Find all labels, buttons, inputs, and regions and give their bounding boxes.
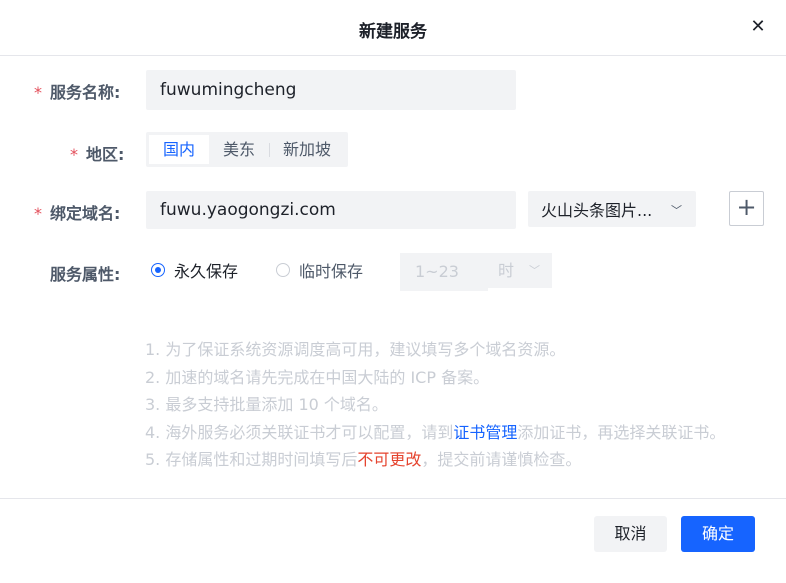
dialog-header: 新建服务 ✕ — [0, 0, 786, 56]
required-mark: * — [34, 204, 42, 223]
required-mark: * — [70, 145, 78, 164]
close-icon[interactable]: ✕ — [748, 17, 768, 37]
tip-line-1: 1. 为了保证系统资源调度高可用，建议填写多个域名资源。 — [145, 340, 566, 359]
chevron-down-icon: ﹀ — [671, 204, 682, 217]
radio-checked-icon[interactable] — [151, 263, 165, 277]
region-option-us-east[interactable]: 美东 — [209, 135, 269, 164]
tip-line-4: 4. 海外服务必须关联证书才可以配置，请到证书管理添加证书，再选择关联证书。 — [145, 419, 725, 447]
time-unit-value: 时 — [498, 261, 515, 280]
region-option-singapore[interactable]: 新加坡 — [269, 135, 345, 164]
cancel-button[interactable]: 取消 — [594, 516, 667, 552]
radio-temporary[interactable]: 临时保存 — [276, 258, 363, 282]
service-name-value: fuwumingcheng — [160, 80, 297, 100]
tip-line-5: 5. 存储属性和过期时间填写后不可更改，提交前请谨慎检查。 — [145, 446, 725, 474]
confirm-button[interactable]: 确定 — [681, 516, 755, 552]
tip-line-3: 3. 最多支持批量添加 10 个域名。 — [145, 395, 388, 414]
domain-label-text: 绑定域名: — [50, 204, 121, 223]
radio-temporary-label: 临时保存 — [299, 262, 364, 281]
radio-permanent-label: 永久保存 — [174, 262, 239, 281]
domain-value: fuwu.yaogongzi.com — [160, 200, 336, 220]
time-unit-select[interactable]: 时 ﹀ — [486, 253, 552, 288]
tip-line-2: 2. 加速的域名请先完成在中国大陆的 ICP 备案。 — [145, 367, 490, 387]
domain-input[interactable]: fuwu.yaogongzi.com — [146, 191, 516, 229]
region-segmented-control: 国内 美东 新加坡 — [146, 132, 349, 167]
tip-line-4-prefix: 4. 海外服务必须关联证书才可以配置，请到 — [145, 422, 454, 442]
chevron-down-icon: ﹀ — [529, 264, 540, 277]
dialog-footer — [0, 498, 786, 583]
region-label: * 地区: — [70, 141, 124, 165]
region-label-text: 地区: — [86, 145, 125, 164]
required-mark: * — [34, 83, 42, 102]
radio-unchecked-icon[interactable] — [276, 263, 290, 277]
radio-permanent[interactable]: 永久保存 — [151, 258, 238, 282]
dialog-title: 新建服务 — [359, 22, 427, 42]
tip-warning-text: 不可更改 — [357, 450, 422, 469]
domain-resource-select[interactable]: 火山头条图片... ﹀ — [528, 191, 696, 227]
new-service-dialog: 新建服务 ✕ * 服务名称: fuwumingcheng * 地区: 国内 美东 新… — [0, 0, 786, 583]
region-option-domestic[interactable]: 国内 — [149, 135, 210, 164]
tip-line-5-prefix: 5. 存储属性和过期时间填写后 — [145, 450, 358, 469]
service-name-input[interactable]: fuwumingcheng — [146, 70, 516, 110]
tips-list: 1. 为了保证系统资源调度高可用，建议填写多个域名资源。 2. 加速的域名请先完… — [145, 336, 725, 474]
service-name-label-text: 服务名称: — [50, 83, 121, 102]
tip-line-5-suffix: ，提交前请谨慎检查。 — [421, 450, 582, 469]
domain-resource-value: 火山头条图片... — [541, 201, 653, 220]
add-domain-button[interactable]: + — [729, 191, 764, 226]
time-range-input[interactable]: 1~23 — [400, 253, 488, 291]
cert-management-link[interactable]: 证书管理 — [453, 423, 517, 442]
domain-label: * 绑定域名: — [34, 200, 120, 224]
tip-line-4-suffix: 添加证书，再选择关联证书。 — [517, 422, 726, 442]
service-name-label: * 服务名称: — [34, 79, 120, 103]
attribute-label: 服务属性: — [50, 265, 121, 284]
